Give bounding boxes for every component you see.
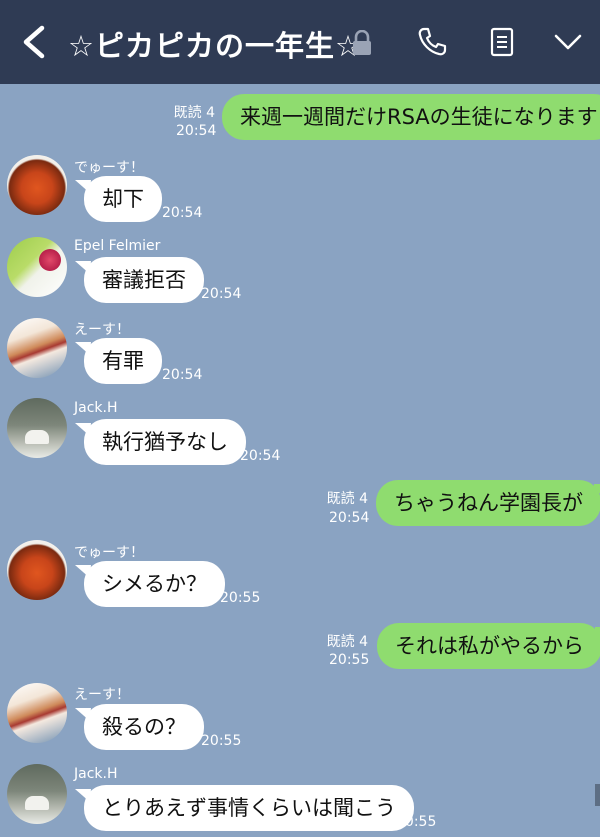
phone-icon[interactable] [416, 26, 448, 58]
message-list[interactable]: 既読 4 20:54 来週一週間だけRSAの生徒になります でゅーす！ 却下 2… [0, 84, 600, 837]
message-time: 20:54 [201, 286, 242, 302]
message-time: 20:54 [162, 205, 203, 221]
message-bubble-incoming[interactable]: 殺るの？ [84, 704, 204, 750]
chevron-left-icon[interactable] [18, 24, 52, 60]
lock-icon [353, 30, 371, 55]
sender-name: でゅーす！ [74, 160, 144, 176]
sender-name: Jack.H [74, 766, 118, 782]
chat-title: ☆ピカピカの一年生☆ [68, 29, 362, 63]
avatar[interactable] [7, 540, 67, 600]
avatar[interactable] [7, 237, 67, 297]
avatar[interactable] [7, 155, 67, 215]
read-receipt: 既読 4 [326, 634, 368, 650]
chevron-down-icon[interactable] [552, 26, 584, 58]
message-bubble-outgoing[interactable]: ちゃうねん学園長が [376, 480, 600, 526]
sender-name: でゅーす！ [74, 545, 144, 561]
message-bubble-outgoing[interactable]: それは私がやるから [377, 623, 600, 669]
sender-name: えーす！ [74, 322, 130, 338]
message-bubble-incoming[interactable]: 審議拒否 [84, 257, 204, 303]
notes-icon[interactable] [486, 26, 518, 58]
avatar[interactable] [7, 398, 67, 458]
sender-name: えーす！ [74, 687, 130, 703]
message-time: 20:55 [220, 590, 261, 606]
avatar[interactable] [7, 764, 67, 824]
message-time: 20:55 [396, 814, 437, 830]
avatar[interactable] [7, 683, 67, 743]
read-receipt: 既読 4 [326, 491, 368, 507]
read-receipt: 既読 4 [173, 105, 215, 121]
message-time: 20:55 [201, 733, 242, 749]
message-time: 20:54 [329, 510, 370, 526]
sender-name: Jack.H [74, 400, 118, 416]
chat-header: ☆ピカピカの一年生☆ [0, 0, 600, 84]
message-time: 20:55 [329, 652, 370, 668]
message-time: 20:54 [176, 123, 217, 139]
avatar[interactable] [7, 318, 67, 378]
message-bubble-incoming[interactable]: 却下 [84, 176, 162, 222]
message-bubble-incoming[interactable]: シメるか？ [84, 561, 225, 607]
message-bubble-incoming[interactable]: 執行猶予なし [84, 419, 246, 465]
scrollbar[interactable] [595, 784, 600, 806]
message-time: 20:54 [240, 448, 281, 464]
message-bubble-incoming[interactable]: 有罪 [84, 338, 162, 384]
message-bubble-incoming[interactable]: とりあえず事情くらいは聞こう [84, 785, 414, 831]
message-time: 20:54 [162, 367, 203, 383]
sender-name: Epel Felmier [74, 238, 161, 254]
message-bubble-outgoing[interactable]: 来週一週間だけRSAの生徒になります [222, 94, 600, 140]
